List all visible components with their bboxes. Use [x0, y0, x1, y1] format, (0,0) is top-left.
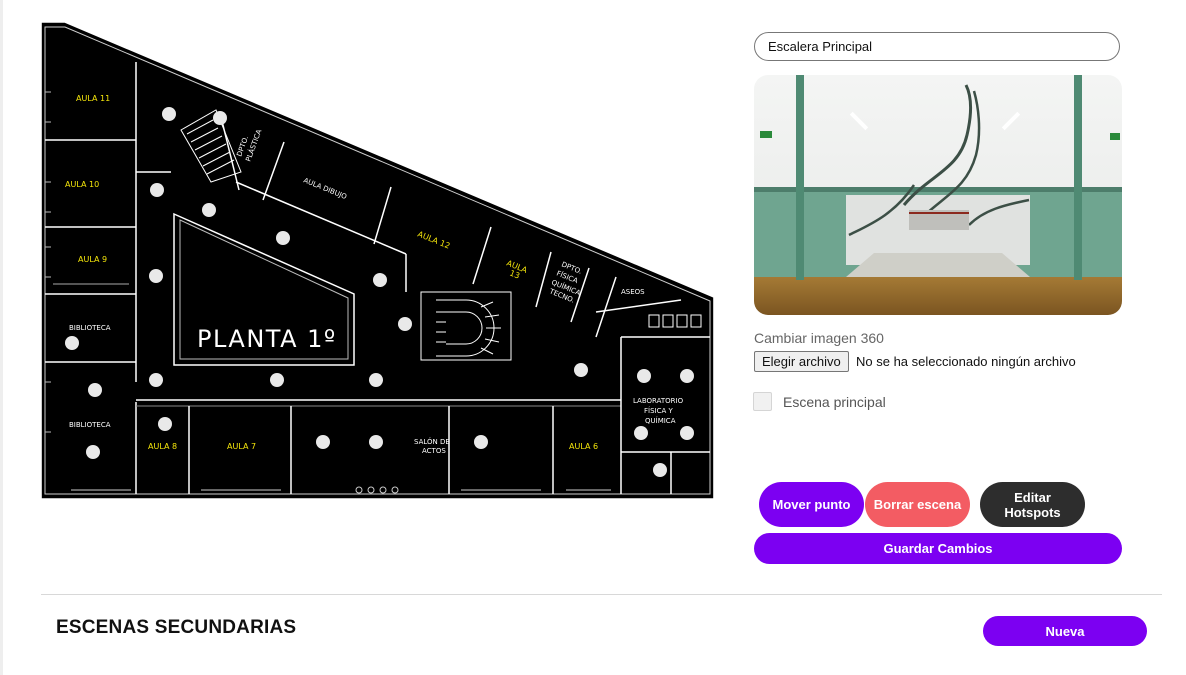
- room-label-salon-1: SALÓN DE: [414, 437, 450, 446]
- room-label-aula6: AULA 6: [569, 442, 598, 451]
- scene-point-14[interactable]: [637, 369, 651, 383]
- room-label-aula8: AULA 8: [148, 442, 177, 451]
- scene-point-18[interactable]: [86, 445, 100, 459]
- scene-point-7[interactable]: [373, 273, 387, 287]
- room-label-biblioteca-2: BIBLIOTECA: [69, 421, 111, 429]
- room-label-aula7: AULA 7: [227, 442, 256, 451]
- room-label-lab-2: FÍSICA Y: [644, 406, 674, 415]
- scene-point-10[interactable]: [149, 373, 163, 387]
- page-left-edge: [0, 0, 3, 675]
- scene-point-15[interactable]: [680, 369, 694, 383]
- choose-file-button[interactable]: Elegir archivo: [754, 351, 849, 372]
- secondary-scenes-title: ESCENAS SECUNDARIAS: [56, 617, 297, 638]
- scene-point-20[interactable]: [369, 435, 383, 449]
- floor-plan-title: PLANTA 1º: [197, 325, 337, 353]
- room-label-lab-3: QUÍMICA: [645, 416, 676, 425]
- scene-point-5[interactable]: [276, 231, 290, 245]
- new-scene-button[interactable]: Nueva: [983, 616, 1147, 646]
- floor-plan-map[interactable]: PLANTA 1º AULA 11 AULA 10 AULA 9 AULA 8 …: [41, 22, 715, 499]
- scene-point-16[interactable]: [88, 383, 102, 397]
- room-label-biblioteca-1: BIBLIOTECA: [69, 324, 111, 332]
- section-divider: [41, 594, 1162, 595]
- main-scene-checkbox[interactable]: [753, 392, 772, 411]
- room-label-lab-1: LABORATORIO: [633, 397, 684, 405]
- room-label-aula11: AULA 11: [76, 94, 110, 103]
- scene-point-1[interactable]: [162, 107, 176, 121]
- scene-point-4[interactable]: [202, 203, 216, 217]
- scene-point-19[interactable]: [316, 435, 330, 449]
- scene-point-11[interactable]: [270, 373, 284, 387]
- room-label-aseos: ASEOS: [621, 288, 645, 296]
- edit-hotspots-button[interactable]: Editar Hotspots: [980, 482, 1085, 527]
- floor-plan-walls: [41, 22, 715, 499]
- room-label-salon-2: ACTOS: [422, 447, 446, 455]
- scene-point-12[interactable]: [369, 373, 383, 387]
- scene-name-input[interactable]: [754, 32, 1120, 61]
- scene-360-preview: [754, 75, 1122, 315]
- room-label-aula9: AULA 9: [78, 255, 107, 264]
- change-image-label: Cambiar imagen 360: [754, 330, 884, 346]
- scene-point-24[interactable]: [653, 463, 667, 477]
- scene-point-22[interactable]: [634, 426, 648, 440]
- save-changes-button[interactable]: Guardar Cambios: [754, 533, 1122, 564]
- scene-point-23[interactable]: [680, 426, 694, 440]
- main-scene-label: Escena principal: [783, 394, 886, 410]
- scene-point-2[interactable]: [213, 111, 227, 125]
- scene-point-9[interactable]: [65, 336, 79, 350]
- scene-point-13[interactable]: [574, 363, 588, 377]
- room-label-aula10: AULA 10: [65, 180, 99, 189]
- scene-point-21[interactable]: [474, 435, 488, 449]
- delete-scene-button[interactable]: Borrar escena: [865, 482, 970, 527]
- scene-point-6[interactable]: [149, 269, 163, 283]
- file-status-text: No se ha seleccionado ningún archivo: [856, 354, 1076, 369]
- scene-point-17[interactable]: [158, 417, 172, 431]
- move-point-button[interactable]: Mover punto: [759, 482, 864, 527]
- scene-point-3[interactable]: [150, 183, 164, 197]
- scene-point-8[interactable]: [398, 317, 412, 331]
